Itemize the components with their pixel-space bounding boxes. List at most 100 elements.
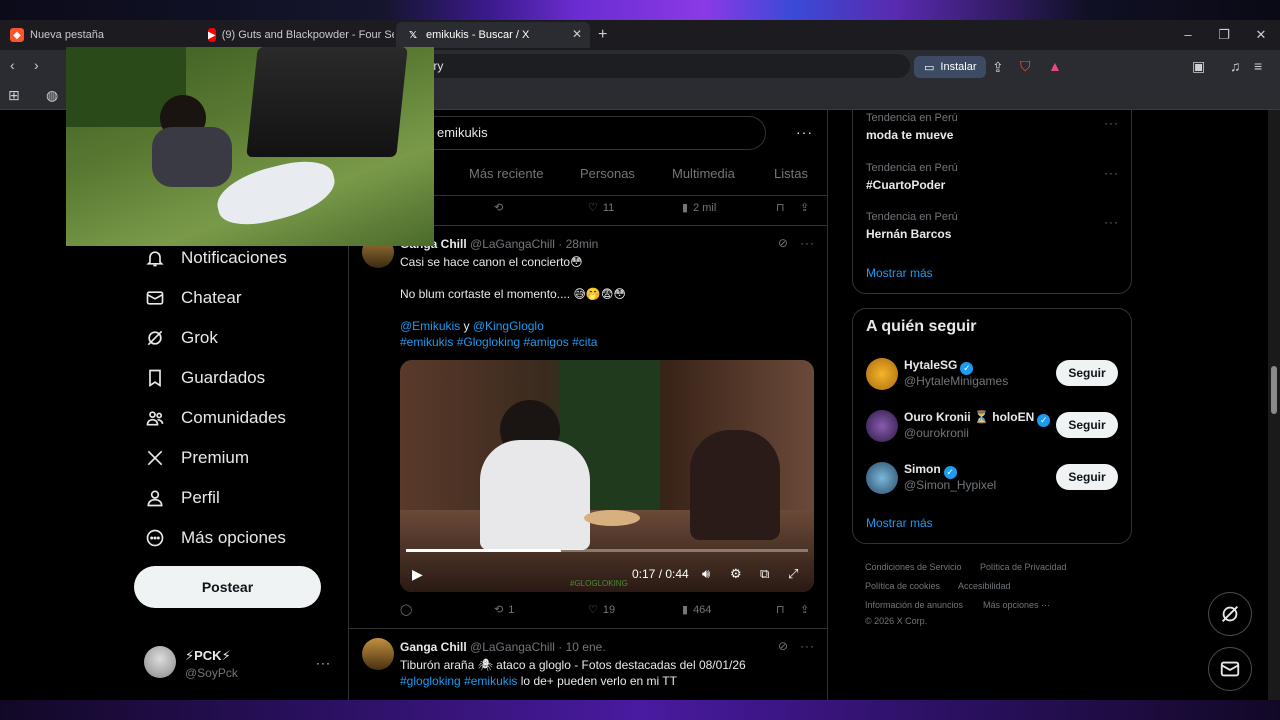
trend-more-icon[interactable]: ··· — [1104, 116, 1119, 130]
tab-x-search[interactable]: 𝕏 emikukis - Buscar / X ✕ — [396, 22, 590, 48]
volume-icon[interactable]: 🔊︎ — [702, 566, 710, 582]
trend-more-icon[interactable]: ··· — [1104, 166, 1119, 180]
retweet-button[interactable]: ⟲ 1 — [494, 603, 514, 617]
nav-chat[interactable]: Chatear — [144, 280, 241, 316]
tweet-author-name[interactable]: Ganga Chill — [400, 640, 467, 654]
search-input[interactable]: emikukis — [406, 116, 766, 150]
hashtag-link[interactable]: #Glogloking — [457, 335, 520, 349]
share-button[interactable]: ⇪ — [800, 201, 809, 214]
tweet-more-icon[interactable]: ··· — [800, 639, 815, 653]
tweet-author-handle[interactable]: @LaGangaChill — [470, 640, 555, 654]
share-button[interactable]: ⇪ — [800, 603, 809, 616]
tab-media[interactable]: Multimedia — [672, 166, 735, 181]
play-icon[interactable]: ▶ — [412, 566, 423, 583]
trends-show-more-link[interactable]: Mostrar más — [866, 266, 933, 280]
tab-new-tab[interactable]: ◆ Nueva pestaña — [0, 22, 196, 48]
install-button[interactable]: ▭ Instalar — [914, 56, 987, 78]
mention-link[interactable]: @Emikukis — [400, 319, 460, 333]
brave-shields-icon[interactable]: ⛉ — [1020, 58, 1031, 75]
follow-button[interactable]: Seguir — [1056, 464, 1118, 490]
close-window-icon[interactable]: ✕ — [1243, 22, 1279, 48]
menu-icon[interactable]: ≡ — [1254, 58, 1262, 74]
tab-lists[interactable]: Listas — [774, 166, 808, 181]
close-tab-icon[interactable]: ✕ — [572, 27, 582, 41]
settings-icon[interactable]: ⚙ — [730, 566, 742, 582]
tweet-time[interactable]: · 10 ene. — [558, 640, 605, 654]
tweet-time[interactable]: · 28min — [558, 237, 598, 251]
user-avatar[interactable] — [866, 358, 898, 390]
footer-link-more[interactable]: Más opciones ··· — [983, 600, 1050, 610]
account-avatar[interactable] — [144, 646, 176, 678]
user-name[interactable]: Simon ✓ — [904, 462, 957, 479]
grok-fab[interactable] — [1208, 592, 1252, 636]
views-button[interactable]: ▮ 464 — [682, 603, 711, 617]
post-button[interactable]: Postear — [134, 566, 321, 608]
minimize-icon[interactable]: – — [1170, 22, 1206, 48]
follow-button[interactable]: Seguir — [1056, 360, 1118, 386]
hashtag-link[interactable]: #glogloking — [400, 674, 461, 688]
nav-label: Más opciones — [181, 528, 286, 547]
hashtag-link[interactable]: #emikukis — [464, 674, 517, 688]
like-button[interactable]: ♡ 11 — [588, 201, 614, 215]
reply-button[interactable]: ◯ — [400, 603, 412, 616]
trend-context: Tendencia en Perú — [866, 211, 958, 223]
footer-link-cookies[interactable]: Política de cookies — [865, 581, 940, 591]
sidebar-toggle-icon[interactable]: ▣ — [1192, 58, 1205, 75]
tab-latest[interactable]: Más reciente — [469, 166, 543, 181]
share-icon[interactable]: ⇪ — [992, 59, 1004, 76]
nav-profile[interactable]: Perfil — [144, 480, 220, 516]
grok-icon[interactable]: ⊘ — [778, 236, 788, 250]
restore-icon[interactable]: ❐ — [1206, 22, 1242, 48]
tweet-more-icon[interactable]: ··· — [800, 236, 815, 250]
scrollbar-thumb[interactable] — [1271, 366, 1277, 414]
picture-in-picture-video[interactable] — [66, 47, 434, 246]
apps-grid-icon[interactable]: ⊞ — [8, 87, 20, 104]
messages-fab[interactable] — [1208, 647, 1252, 691]
new-tab-icon[interactable]: + — [598, 26, 607, 44]
brave-rewards-icon[interactable]: ▲ — [1048, 58, 1062, 74]
footer-link-terms[interactable]: Condiciones de Servicio — [865, 562, 962, 572]
trend-title[interactable]: Hernán Barcos — [866, 227, 951, 241]
follow-show-more-link[interactable]: Mostrar más — [866, 516, 933, 530]
pip-icon[interactable]: ⧉ — [760, 566, 769, 582]
forward-icon[interactable]: › — [34, 57, 39, 73]
footer-link-privacy[interactable]: Política de Privacidad — [980, 562, 1067, 572]
fullscreen-icon[interactable]: ⤢ — [788, 566, 798, 582]
hashtag-link[interactable]: #cita — [572, 335, 597, 349]
music-icon[interactable]: ♫ — [1230, 58, 1241, 74]
nav-premium[interactable]: Premium — [144, 440, 249, 476]
retweet-button[interactable]: ⟲ — [494, 201, 503, 214]
account-menu-icon[interactable]: ··· — [316, 656, 331, 670]
trend-title[interactable]: moda te mueve — [866, 128, 953, 142]
tab-people[interactable]: Personas — [580, 166, 635, 181]
follow-button[interactable]: Seguir — [1056, 412, 1118, 438]
user-avatar[interactable] — [866, 462, 898, 494]
globe-icon[interactable]: ◍ — [46, 87, 58, 104]
mention-link[interactable]: @KingGloglo — [473, 319, 544, 333]
user-name[interactable]: Ouro Kronii ⏳ holoEN ✓ — [904, 410, 1051, 427]
hashtag-link[interactable]: #amigos — [523, 335, 568, 349]
nav-grok[interactable]: Grok — [144, 320, 218, 356]
nav-communities[interactable]: Comunidades — [144, 400, 286, 436]
url-field[interactable]: uery — [380, 54, 910, 78]
search-options-icon[interactable]: ··· — [796, 124, 813, 140]
grok-icon[interactable]: ⊘ — [778, 639, 788, 653]
tweet-author-handle[interactable]: @LaGangaChill — [470, 237, 555, 251]
back-icon[interactable]: ‹ — [10, 57, 15, 73]
tweet-video[interactable]: ▶ #GLOGLOKING 0:17 / 0:44 🔊︎ ⚙ ⧉ ⤢ — [400, 360, 814, 592]
nav-bookmarks[interactable]: Guardados — [144, 360, 265, 396]
like-button[interactable]: ♡ 19 — [588, 603, 615, 617]
footer-link-ads-info[interactable]: Información de anuncios — [865, 600, 963, 610]
tab-youtube[interactable]: ▶ (9) Guts and Blackpowder - Four Sea — [198, 22, 394, 48]
hashtag-link[interactable]: #emikukis — [400, 335, 453, 349]
views-button[interactable]: ▮ 2 mil — [682, 201, 716, 215]
trend-title[interactable]: #CuartoPoder — [866, 178, 945, 192]
trend-more-icon[interactable]: ··· — [1104, 215, 1119, 229]
user-name[interactable]: HytaleSG ✓ — [904, 358, 974, 375]
user-avatar[interactable] — [866, 410, 898, 442]
nav-more-options[interactable]: Más opciones — [144, 520, 286, 556]
bookmark-button[interactable]: ⊓ — [776, 201, 785, 214]
tweet-avatar[interactable] — [362, 638, 394, 670]
footer-link-accessibility[interactable]: Accesibilidad — [958, 581, 1011, 591]
bookmark-button[interactable]: ⊓ — [776, 603, 785, 616]
